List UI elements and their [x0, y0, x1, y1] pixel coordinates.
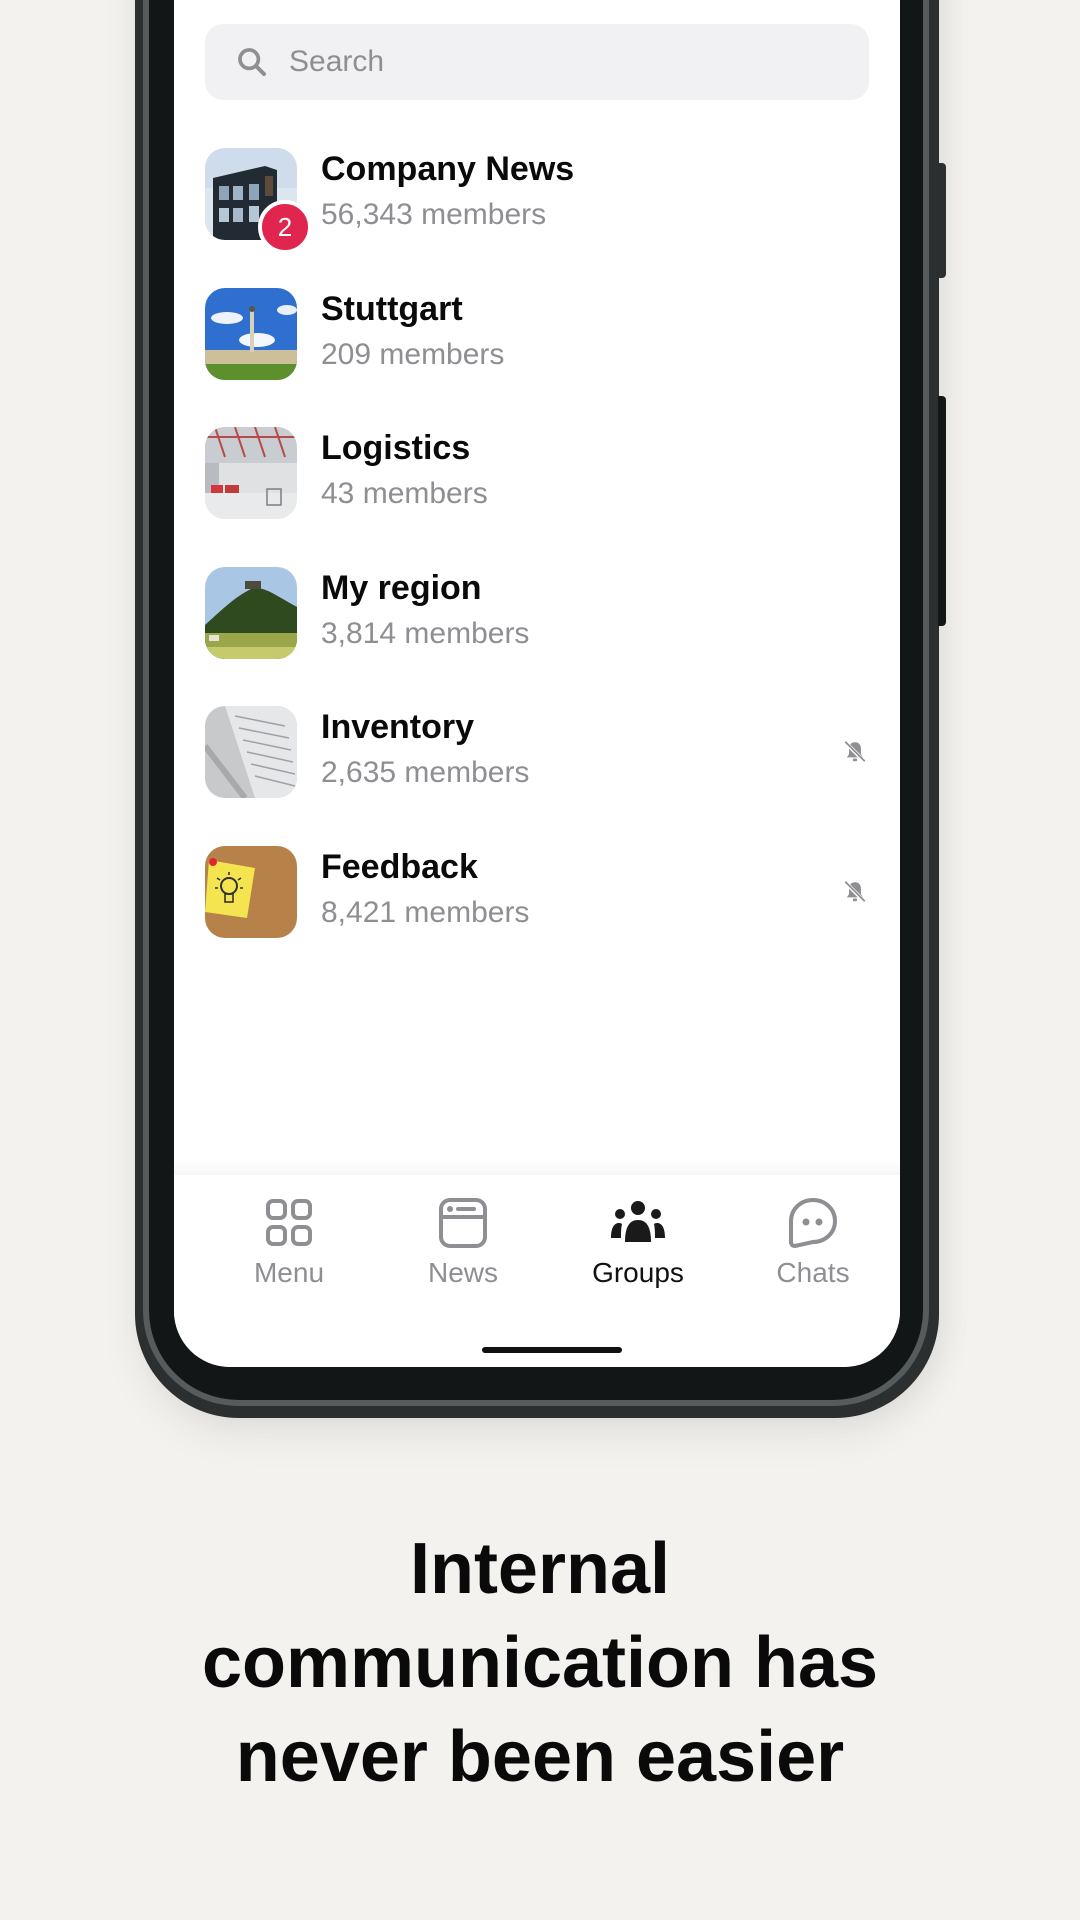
group-member-count: 209 members	[321, 337, 505, 371]
tab-label: News	[427, 1257, 498, 1288]
tab-label: Menu	[253, 1257, 325, 1288]
group-avatar	[205, 706, 297, 798]
group-list: 2 Company News 56,343 members Stuttgart	[205, 148, 869, 985]
group-name: My region	[321, 568, 482, 607]
group-name: Feedback	[321, 847, 478, 886]
tab-menu[interactable]: Menu	[214, 1193, 364, 1289]
group-row-my-region[interactable]: My region 3,814 members	[205, 566, 869, 707]
group-row-logistics[interactable]: Logistics 43 members	[205, 427, 869, 567]
tab-label: Chats	[776, 1257, 850, 1288]
search-icon	[238, 48, 267, 77]
search-bar[interactable]	[205, 24, 869, 100]
group-name: Inventory	[321, 708, 475, 746]
unread-badge: 2	[258, 200, 312, 254]
people-icon	[611, 1201, 665, 1242]
home-indicator[interactable]	[482, 1347, 622, 1353]
phone-side-button	[938, 163, 946, 278]
chat-bubble-icon	[789, 1197, 838, 1249]
newspaper-icon	[439, 1198, 487, 1248]
group-member-count: 8,421 members	[321, 895, 530, 929]
group-row-feedback[interactable]: Feedback 8,421 members	[205, 845, 869, 986]
group-name: Logistics	[321, 429, 471, 467]
headline-line: Internal	[409, 1529, 671, 1609]
group-avatar	[205, 566, 297, 659]
tab-bar-shadow	[174, 1160, 900, 1176]
phone-side-button	[938, 396, 946, 626]
group-row-inventory[interactable]: Inventory 2,635 members	[205, 706, 869, 846]
tab-label: Groups	[592, 1257, 684, 1288]
group-avatar	[205, 427, 297, 519]
group-row-company-news[interactable]: 2 Company News 56,343 members	[205, 148, 869, 288]
muted-bell-icon[interactable]	[842, 879, 868, 905]
group-member-count: 2,635 members	[321, 756, 530, 789]
search-input[interactable]	[287, 44, 851, 80]
group-avatar	[205, 287, 297, 380]
bottom-tab-bar: Menu News Groups Chats	[174, 1175, 900, 1367]
tab-groups[interactable]: Groups	[563, 1193, 713, 1289]
phone-screen: 2 Company News 56,343 members Stuttgart	[174, 0, 900, 1367]
group-member-count: 3,814 members	[321, 616, 530, 650]
muted-bell-icon[interactable]	[842, 739, 868, 765]
group-row-stuttgart[interactable]: Stuttgart 209 members	[205, 287, 869, 428]
group-avatar	[205, 845, 297, 938]
tab-news[interactable]: News	[388, 1193, 538, 1289]
grid-icon	[266, 1199, 312, 1246]
tab-chats[interactable]: Chats	[738, 1193, 888, 1289]
headline-line: never been easier	[235, 1717, 845, 1797]
group-member-count: 43 members	[321, 477, 488, 510]
group-name: Company News	[321, 150, 575, 188]
promo-headline: Internal communication has never been ea…	[0, 1522, 1080, 1804]
group-name: Stuttgart	[321, 289, 463, 328]
headline-line: communication has	[201, 1623, 879, 1703]
group-member-count: 56,343 members	[321, 198, 547, 231]
